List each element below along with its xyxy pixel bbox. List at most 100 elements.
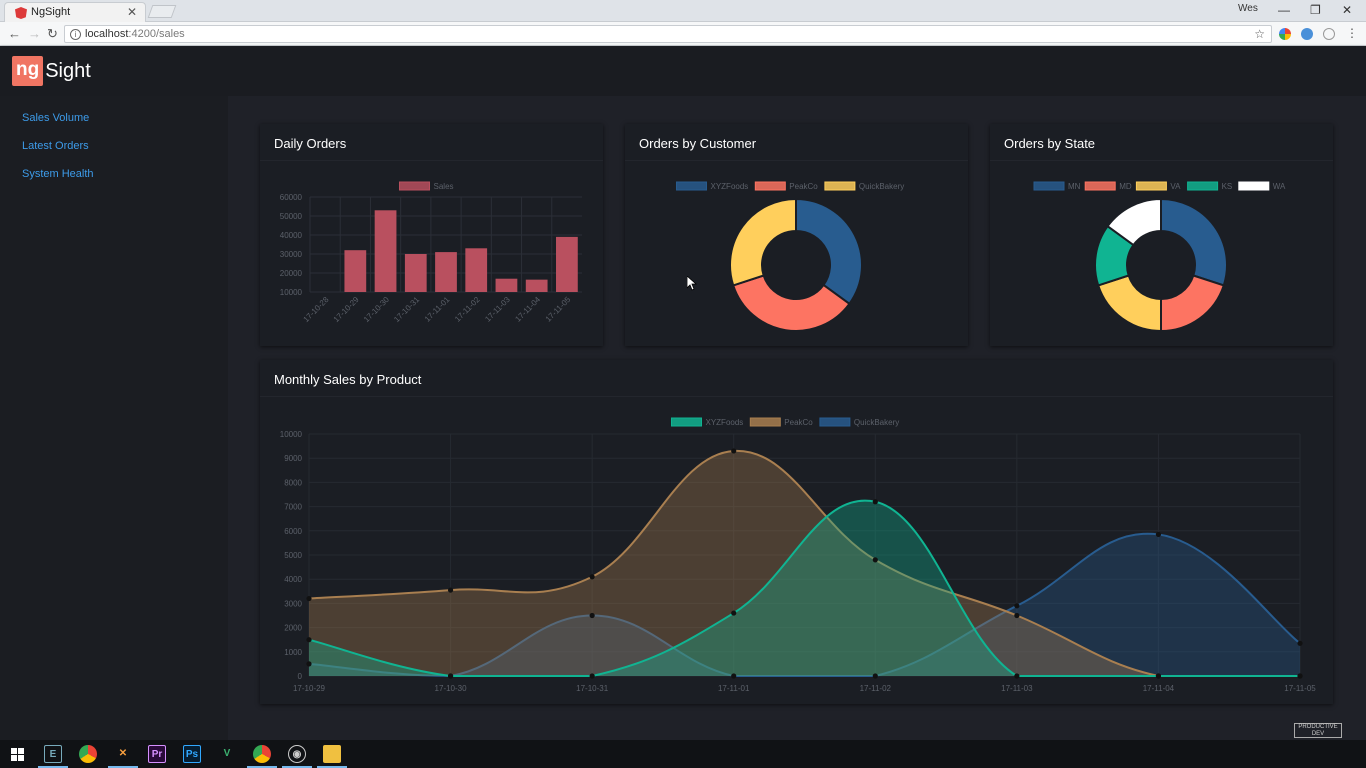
data-point[interactable]	[1014, 603, 1020, 609]
cast-extension-icon[interactable]	[1323, 28, 1335, 40]
chrome-app-icon[interactable]	[79, 745, 97, 763]
legend-label[interactable]: PeakCo	[789, 182, 818, 191]
back-icon[interactable]: ←	[8, 26, 21, 41]
maximize-icon[interactable]: ❐	[1310, 3, 1321, 17]
close-window-icon[interactable]: ✕	[1342, 3, 1352, 17]
legend-label[interactable]: MN	[1068, 182, 1081, 191]
bookmark-star-icon[interactable]: ☆	[1254, 27, 1265, 41]
legend-label[interactable]: MD	[1119, 182, 1132, 191]
file-explorer-app-icon[interactable]	[323, 745, 341, 763]
legend-label[interactable]: Sales	[434, 182, 454, 191]
monthly-sales-area-chart[interactable]: XYZFoods PeakCo QuickBakery 0 1000 2000 3000 40…	[260, 360, 1333, 704]
legend-label[interactable]: PeakCo	[784, 418, 813, 427]
reload-icon[interactable]: ↻	[47, 26, 58, 42]
y-tick-label: 50000	[280, 212, 303, 221]
data-point[interactable]	[1297, 673, 1303, 679]
data-point[interactable]	[872, 499, 878, 505]
address-bar[interactable]: i localhost:4200/sales ☆	[64, 25, 1272, 43]
legend-swatch[interactable]	[676, 181, 707, 191]
data-point[interactable]	[731, 448, 737, 454]
bar[interactable]	[344, 250, 367, 292]
legend-label[interactable]: KS	[1222, 182, 1233, 191]
x-tick-label: 17-11-01	[423, 295, 452, 324]
data-point[interactable]	[1155, 531, 1162, 538]
data-point[interactable]	[447, 587, 454, 593]
bar[interactable]	[495, 278, 518, 292]
data-point[interactable]	[731, 673, 737, 679]
data-point[interactable]	[589, 574, 595, 580]
donut-slice[interactable]	[1096, 274, 1162, 333]
legend-swatch[interactable]	[1135, 181, 1167, 191]
sublime-app-icon[interactable]: ✕	[114, 745, 132, 763]
orders-by-state-donut-chart[interactable]: MN MD VA KS WA	[990, 124, 1333, 346]
orders-by-customer-donut-chart[interactable]: XYZFoods PeakCo QuickBakery	[625, 124, 968, 346]
legend-label[interactable]: QuickBakery	[859, 182, 904, 191]
data-point[interactable]	[731, 610, 737, 616]
minimize-icon[interactable]: —	[1278, 3, 1290, 17]
obs-app-icon[interactable]: ◉	[288, 745, 306, 763]
legend-swatch[interactable]	[671, 417, 702, 427]
bar[interactable]	[435, 252, 457, 292]
y-tick-label: 3000	[284, 599, 302, 608]
x-tick-label: 17-10-30	[362, 295, 391, 324]
extension-icon[interactable]	[1301, 28, 1313, 40]
legend-swatch[interactable]	[1084, 181, 1116, 191]
legend-swatch[interactable]	[749, 417, 781, 427]
bar[interactable]	[404, 254, 427, 292]
legend-swatch[interactable]	[399, 181, 430, 191]
sidebar-item-sales-volume[interactable]: Sales Volume	[22, 112, 89, 124]
windows-start-icon[interactable]	[11, 748, 24, 761]
legend-label[interactable]: WA	[1273, 182, 1286, 191]
data-point[interactable]	[589, 673, 595, 679]
legend-label[interactable]: XYZFoods	[711, 182, 749, 191]
ngsight-logo[interactable]: ng Sight	[12, 56, 91, 86]
sidebar-item-latest-orders[interactable]: Latest Orders	[22, 140, 89, 152]
legend-label[interactable]: QuickBakery	[854, 418, 899, 427]
legend-swatch[interactable]	[754, 181, 786, 191]
data-point[interactable]	[447, 673, 454, 679]
donut-slice[interactable]	[1160, 197, 1228, 287]
x-tick-label: 17-10-29	[332, 295, 361, 324]
legend-label[interactable]: XYZFoods	[706, 418, 744, 427]
forward-icon[interactable]: →	[28, 26, 41, 41]
bar[interactable]	[465, 248, 488, 292]
legend-swatch[interactable]	[819, 417, 851, 427]
bar[interactable]	[556, 236, 578, 292]
x-tick-label: 17-11-03	[483, 295, 512, 324]
browser-tab[interactable]: NgSight ✕	[4, 2, 146, 22]
data-point[interactable]	[872, 673, 878, 679]
premiere-app-icon[interactable]: Pr	[148, 745, 166, 763]
x-tick-label: 17-11-05	[544, 295, 573, 324]
data-point[interactable]	[306, 595, 312, 602]
chrome-menu-icon[interactable]: ⋮	[1346, 26, 1358, 40]
data-point[interactable]	[872, 557, 878, 563]
donut-slice[interactable]	[729, 197, 797, 287]
data-point[interactable]	[589, 612, 595, 619]
bar[interactable]	[525, 279, 548, 292]
info-icon[interactable]: i	[70, 29, 81, 40]
new-tab-button[interactable]	[147, 5, 177, 18]
data-point[interactable]	[1014, 673, 1020, 679]
legend-swatch[interactable]	[1187, 181, 1219, 191]
data-point[interactable]	[1297, 640, 1303, 646]
legend-swatch[interactable]	[1238, 181, 1270, 191]
vim-app-icon[interactable]: V	[218, 745, 236, 763]
tab-close-icon[interactable]: ✕	[127, 5, 137, 19]
data-point[interactable]	[306, 637, 312, 643]
user-badge[interactable]: Wes	[1238, 3, 1258, 14]
data-point[interactable]	[1014, 612, 1020, 619]
bar[interactable]	[374, 210, 397, 292]
legend-swatch[interactable]	[824, 181, 856, 191]
color-extension-icon[interactable]	[1279, 28, 1291, 40]
donut-slice[interactable]	[1160, 274, 1226, 333]
y-tick-label: 20000	[280, 269, 303, 278]
edge-app-icon[interactable]: E	[44, 745, 62, 763]
sidebar-item-system-health[interactable]: System Health	[22, 168, 94, 180]
data-point[interactable]	[306, 661, 312, 667]
photoshop-app-icon[interactable]: Ps	[183, 745, 201, 763]
legend-swatch[interactable]	[1033, 181, 1065, 191]
data-point[interactable]	[1155, 673, 1162, 679]
legend-label[interactable]: VA	[1170, 182, 1181, 191]
daily-orders-bar-chart[interactable]: Sales 10000 20000 30000 40000 50000 60000 17-10…	[260, 124, 603, 346]
chrome-active-app-icon[interactable]	[253, 745, 271, 763]
